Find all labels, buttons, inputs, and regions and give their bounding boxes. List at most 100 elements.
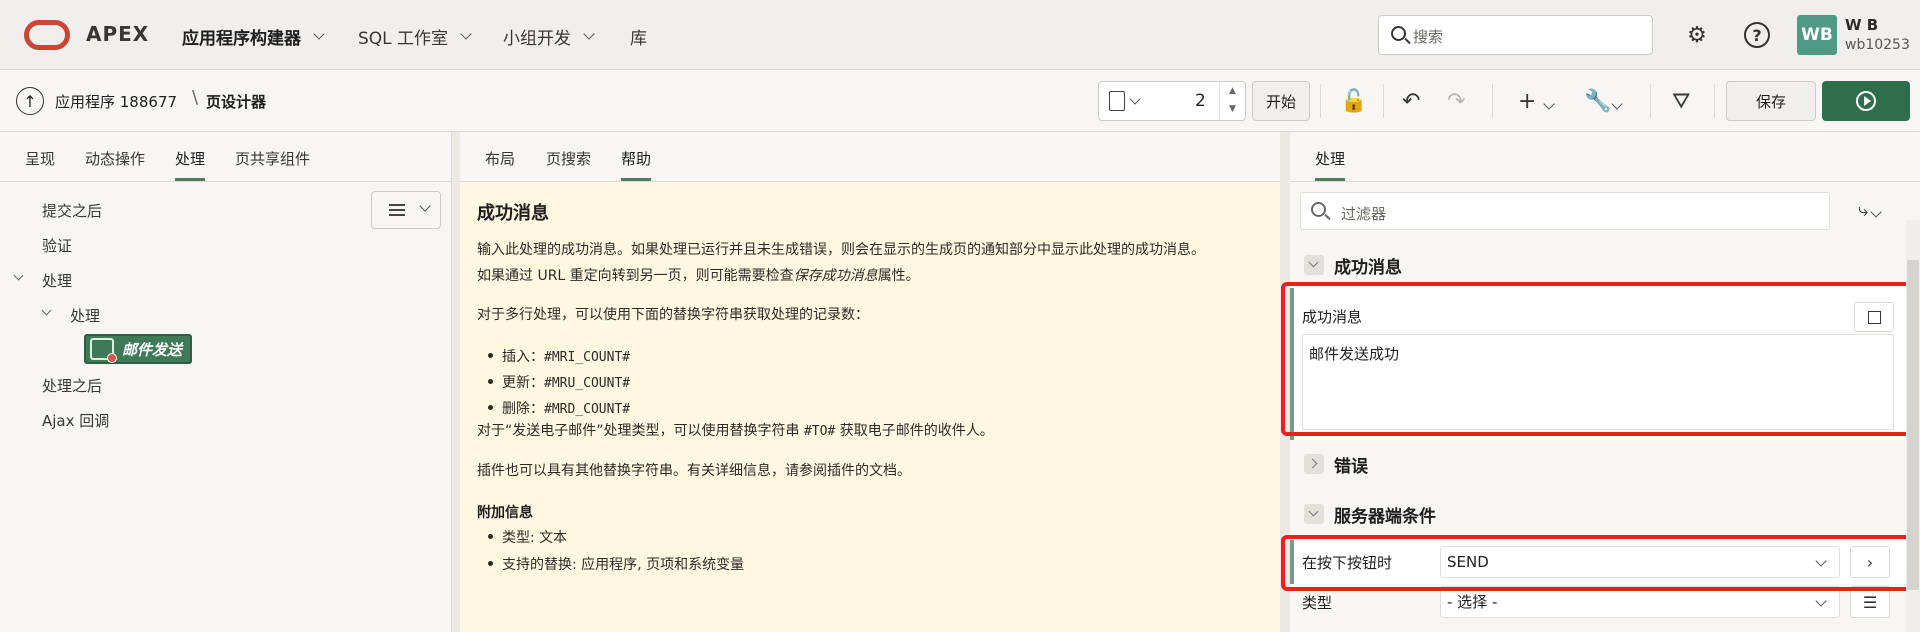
chevron-down-icon[interactable] <box>13 270 24 281</box>
tab-help[interactable]: 帮助 <box>621 148 652 181</box>
help-paragraph-1: 输入此处理的成功消息。如果处理已运行并且未生成错误，则会在显示的生成页的通知部分… <box>477 237 1267 289</box>
nav-sql-workshop[interactable]: SQL 工作室 <box>358 24 472 49</box>
run-page-button[interactable] <box>1822 81 1910 121</box>
nav-app-builder[interactable]: 应用程序构建器 <box>182 24 325 49</box>
tab-rendering[interactable]: 呈现 <box>25 148 55 179</box>
help-button[interactable]: ? <box>1740 18 1774 52</box>
help-p1-line2-end: 属性。 <box>877 268 920 284</box>
chevron-down-icon[interactable] <box>1304 255 1324 275</box>
help-panel: 布局 页搜索 帮助 成功消息 输入此处理的成功消息。如果处理已运行并且未生成错误… <box>460 132 1280 632</box>
shared-components-icon[interactable]: ⛛ <box>1672 89 1690 114</box>
section-title: 成功消息 <box>1334 257 1402 278</box>
help-bullet-insert: 插入：#MRI_COUNT# <box>487 346 631 366</box>
nav-gallery-label: 库 <box>630 29 647 49</box>
search-placeholder: 搜索 <box>1413 28 1444 46</box>
tree-item-after-submit[interactable]: 提交之后 <box>42 200 102 221</box>
redo-icon[interactable]: ↷ <box>1447 89 1465 114</box>
tab-processing[interactable]: 处理 <box>175 148 206 181</box>
toolbar-divider <box>1492 84 1493 118</box>
help-p3-start: 对于“发送电子邮件”处理类型，可以使用替换字符串 <box>477 423 804 439</box>
play-icon <box>1856 91 1876 111</box>
tree-item-processing-child[interactable]: 处理 <box>70 305 100 326</box>
go-to-group-button[interactable]: ⤷ <box>1858 200 1882 221</box>
undo-icon[interactable]: ↶ <box>1402 89 1420 114</box>
chevron-down-icon[interactable] <box>1129 93 1141 105</box>
help-bullet-delete: 删除：#MRD_COUNT# <box>487 398 630 418</box>
hamburger-icon <box>389 204 405 216</box>
help-paragraph-4: 插件也可以具有其他替换字符串。有关详细信息，请参阅插件的文档。 <box>477 463 911 479</box>
section-title: 错误 <box>1334 456 1368 477</box>
top-navigation-bar: APEX 应用程序构建器 SQL 工作室 小组开发 库 搜索 ⚙ ? WB W … <box>0 0 1920 70</box>
tree-item-send-email-process[interactable]: 邮件发送 <box>84 334 192 364</box>
tab-property-processing[interactable]: 处理 <box>1315 148 1346 181</box>
bullet-label: 插入： <box>502 349 544 365</box>
chevron-down-icon <box>1543 98 1556 110</box>
nav-team-development[interactable]: 小组开发 <box>503 24 595 49</box>
help-p1-emphasis: 保存成功消息 <box>793 268 878 284</box>
tab-dynamic-actions[interactable]: 动态操作 <box>85 148 145 179</box>
help-icon: ? <box>1744 22 1770 48</box>
global-search-input[interactable]: 搜索 <box>1378 15 1653 55</box>
apex-brand[interactable]: APEX <box>86 22 149 46</box>
start-button[interactable]: 开始 <box>1252 81 1310 121</box>
save-button[interactable]: 保存 <box>1726 81 1816 121</box>
page-number-selector[interactable]: 2 ▲ ▼ <box>1098 81 1246 121</box>
tree-item-validation[interactable]: 验证 <box>42 235 72 256</box>
page-number-value[interactable]: 2 <box>1195 91 1206 111</box>
tree-menu-button[interactable] <box>371 191 441 229</box>
chevron-down-icon[interactable] <box>41 305 52 316</box>
nav-team-development-label: 小组开发 <box>503 29 571 49</box>
administration-icon[interactable]: ⚙ <box>1680 18 1714 52</box>
filter-placeholder: 过滤器 <box>1341 205 1387 223</box>
tree-item-processing[interactable]: 处理 <box>42 270 72 291</box>
help-p3-end: 获取电子邮件的收件人。 <box>835 423 994 439</box>
chevron-down-icon[interactable] <box>1304 504 1324 524</box>
utilities-wrench-icon[interactable]: 🔧 <box>1584 89 1624 114</box>
left-splitter[interactable] <box>452 132 460 632</box>
user-name[interactable]: W B <box>1845 16 1878 34</box>
tree-item-after-processing[interactable]: 处理之后 <box>42 375 102 396</box>
help-bullet-update: 更新：#MRU_COUNT# <box>487 372 630 392</box>
help-extra-substitutions: 支持的替换: 应用程序, 页项和系统变量 <box>487 554 744 574</box>
section-error[interactable]: 错误 <box>1300 446 1900 482</box>
property-filter-input[interactable]: 过滤器 <box>1300 192 1830 230</box>
unlock-icon[interactable]: 🔓 <box>1340 89 1367 114</box>
chevron-right-icon[interactable] <box>1304 454 1324 474</box>
tab-page-search[interactable]: 页搜索 <box>546 148 591 179</box>
help-p3-code: #TO# <box>803 424 836 439</box>
section-success-message[interactable]: 成功消息 <box>1300 247 1900 283</box>
tree-item-ajax-callback[interactable]: Ajax 回调 <box>42 410 109 431</box>
bullet-code: #MRI_COUNT# <box>544 350 631 365</box>
help-title: 成功消息 <box>477 203 549 224</box>
chevron-down-icon <box>1611 98 1624 110</box>
breadcrumb-page-designer: 页设计器 <box>206 93 267 111</box>
toolbar-divider <box>1650 84 1651 118</box>
chevron-down-icon <box>1815 595 1827 607</box>
search-icon <box>1311 202 1326 217</box>
bullet-label: 更新： <box>502 375 544 391</box>
avatar[interactable]: WB <box>1797 15 1837 55</box>
property-scrollbar-thumb[interactable] <box>1907 260 1919 590</box>
oracle-logo-icon[interactable] <box>24 20 70 50</box>
tab-page-shared-components[interactable]: 页共享组件 <box>235 148 310 179</box>
chevron-down-icon <box>313 28 325 40</box>
rendering-tree-panel: 呈现 动态操作 处理 页共享组件 提交之后 验证 处理 处理 邮件发送 处理之后… <box>0 132 452 632</box>
toolbar-divider <box>1383 84 1384 118</box>
help-p1-line1: 输入此处理的成功消息。如果处理已运行并且未生成错误，则会在显示的生成页的通知部分… <box>477 242 1205 258</box>
page-number-stepper[interactable]: ▲ ▼ <box>1219 82 1245 120</box>
breadcrumb-application[interactable]: 应用程序 188677 <box>55 91 177 112</box>
right-tab-bar: 处理 <box>1290 132 1920 182</box>
help-paragraph-3: 对于“发送电子邮件”处理类型，可以使用替换字符串 #TO# 获取电子邮件的收件人… <box>477 418 1267 445</box>
up-arrow-icon[interactable]: ↑ <box>16 87 44 115</box>
tab-layout[interactable]: 布局 <box>485 148 515 179</box>
create-menu-button[interactable]: + <box>1518 89 1556 114</box>
condition-type-value: - 选择 - <box>1447 593 1498 611</box>
section-server-side-condition[interactable]: 服务器端条件 <box>1300 496 1900 532</box>
condition-type-label: 类型 <box>1302 594 1333 612</box>
user-id[interactable]: wb10253 <box>1845 37 1910 53</box>
chevron-down-icon <box>460 28 472 40</box>
chevron-down-icon <box>1870 206 1882 218</box>
process-node-label: 邮件发送 <box>122 340 183 359</box>
nav-gallery[interactable]: 库 <box>630 24 647 49</box>
help-additional-info-title: 附加信息 <box>477 505 533 521</box>
